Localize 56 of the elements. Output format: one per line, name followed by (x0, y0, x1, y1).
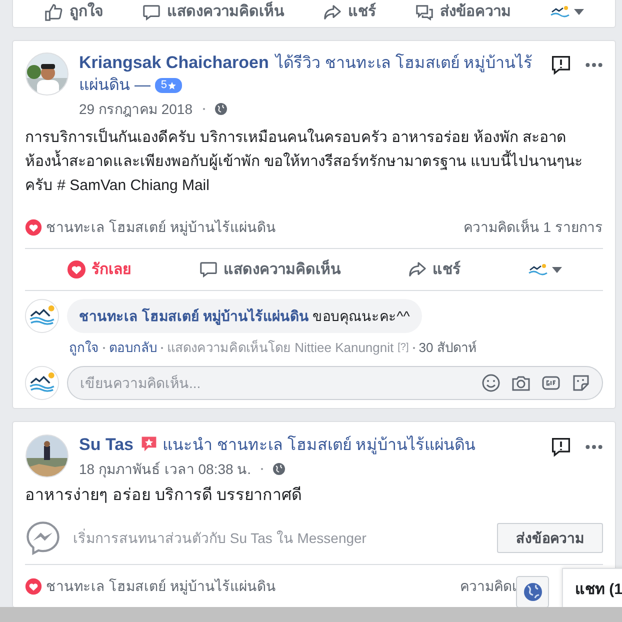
more-options-icon[interactable] (585, 62, 603, 68)
more-options-icon[interactable] (585, 444, 603, 450)
messenger-prompt: เริ่มการสนทนาส่วนตัวกับ Su Tas ใน Messenger (73, 528, 368, 548)
page-logo-icon (25, 366, 59, 400)
post-heading: Kriangsak Chaicharoen ได้รีวิว ชานทะเล โฮมสเตย์ หมู่บ้านไร้แผ่นดิน — 5 (79, 52, 534, 96)
caret-icon[interactable] (574, 9, 584, 15)
author-name[interactable]: Su Tas (79, 435, 134, 454)
messenger-icon (25, 520, 61, 556)
post-heading: Su Tas แนะนำ ชานทะเล โฮมสเตย์ หมู่บ้านไร้แผ่นดิน (79, 434, 477, 456)
page-logo-icon (25, 299, 59, 333)
help-link[interactable]: [?] (398, 342, 409, 353)
globe-icon (522, 582, 542, 602)
speech-bubble-icon (142, 2, 162, 22)
recommend-badge-icon (140, 435, 158, 453)
post-text: อาหารง่ายๆ อร่อย บริการดี บรรยากาศดี (25, 485, 302, 506)
rating-badge: 5 (154, 78, 182, 93)
globe-icon (214, 103, 226, 115)
report-icon[interactable] (551, 437, 571, 457)
globe-icon (273, 463, 286, 475)
reactors-text[interactable]: ชานทะเล โฮมสเตย์ หมู่บ้านไร้แผ่นดิน (46, 575, 456, 597)
send-message-button[interactable]: ส่งข้อความ (497, 523, 603, 553)
comment-text: ขอบคุณนะคะ^^ (312, 308, 410, 324)
smiley-icon[interactable] (481, 373, 501, 393)
reply-link[interactable]: ตอบกลับ (109, 337, 157, 358)
post-date[interactable]: 29 กรกฎาคม 2018 (79, 100, 192, 118)
like-link[interactable]: ถูกใจ (69, 337, 99, 358)
star-icon (168, 82, 176, 90)
action-button[interactable]: แชร์ (408, 260, 460, 280)
action-button[interactable]: รักเลย (66, 260, 132, 280)
chat-tab[interactable]: แชท (1 (562, 568, 622, 608)
author-name[interactable]: Kriangsak Chaicharoen (79, 53, 269, 72)
comment-time[interactable]: 30 สัปดาห์ (418, 337, 477, 358)
comment-input-field[interactable]: เขียนความคิดเห็น... (67, 366, 603, 400)
globe-button[interactable] (516, 576, 549, 608)
share-arrow-icon (322, 2, 342, 22)
commented-by-text: แสดงความคิดเห็นโดย Nittiee Kanungnit (167, 338, 394, 357)
comment-count[interactable]: ความคิดเ (460, 575, 517, 597)
caret-icon[interactable] (552, 266, 562, 272)
post-date[interactable]: 18 กุมภาพันธ์ เวลา 08:38 น. (79, 460, 252, 478)
action-button[interactable]: ส่งข้อความ (414, 2, 511, 22)
reactors-text[interactable]: ชานทะเล โฮมสเตย์ หมู่บ้านไร้แผ่นดิน (46, 216, 460, 238)
speech-bubble-icon (198, 260, 218, 279)
comment-count[interactable]: ความคิดเห็น 1 รายการ (463, 216, 603, 238)
chat-bubbles-icon (414, 2, 434, 22)
comment-author[interactable]: ชานทะเล โฮมสเตย์ หมู่บ้านไร้แผ่นดิน (79, 308, 309, 324)
share-arrow-icon (408, 260, 426, 279)
action-button[interactable]: ถูกใจ (44, 2, 104, 22)
report-icon[interactable] (551, 55, 571, 75)
page-logo-icon[interactable] (528, 262, 548, 276)
page-logo-icon[interactable] (550, 5, 570, 19)
post-text: การบริการเป็นกันเองดีครับ บริการเหมือนคนในครอบครัว อาหารอร่อย ห้องพัก สะอาด ห้องน้ำสะอาดและเพียงพอกับผู้เข้าพัก ขอให้ทางรีสอร์ทรักษามาตรฐาน แบบนี้ไปนานๆนะครับ # SamVan Chiang Mail (25, 126, 584, 196)
action-button[interactable]: แชร์ (322, 2, 376, 22)
sticker-icon[interactable] (571, 373, 591, 393)
action-button[interactable]: แสดงความคิดเห็น (142, 2, 284, 22)
action-button[interactable]: แสดงความคิดเห็น (198, 260, 340, 280)
thumbs-up-icon (44, 2, 64, 22)
